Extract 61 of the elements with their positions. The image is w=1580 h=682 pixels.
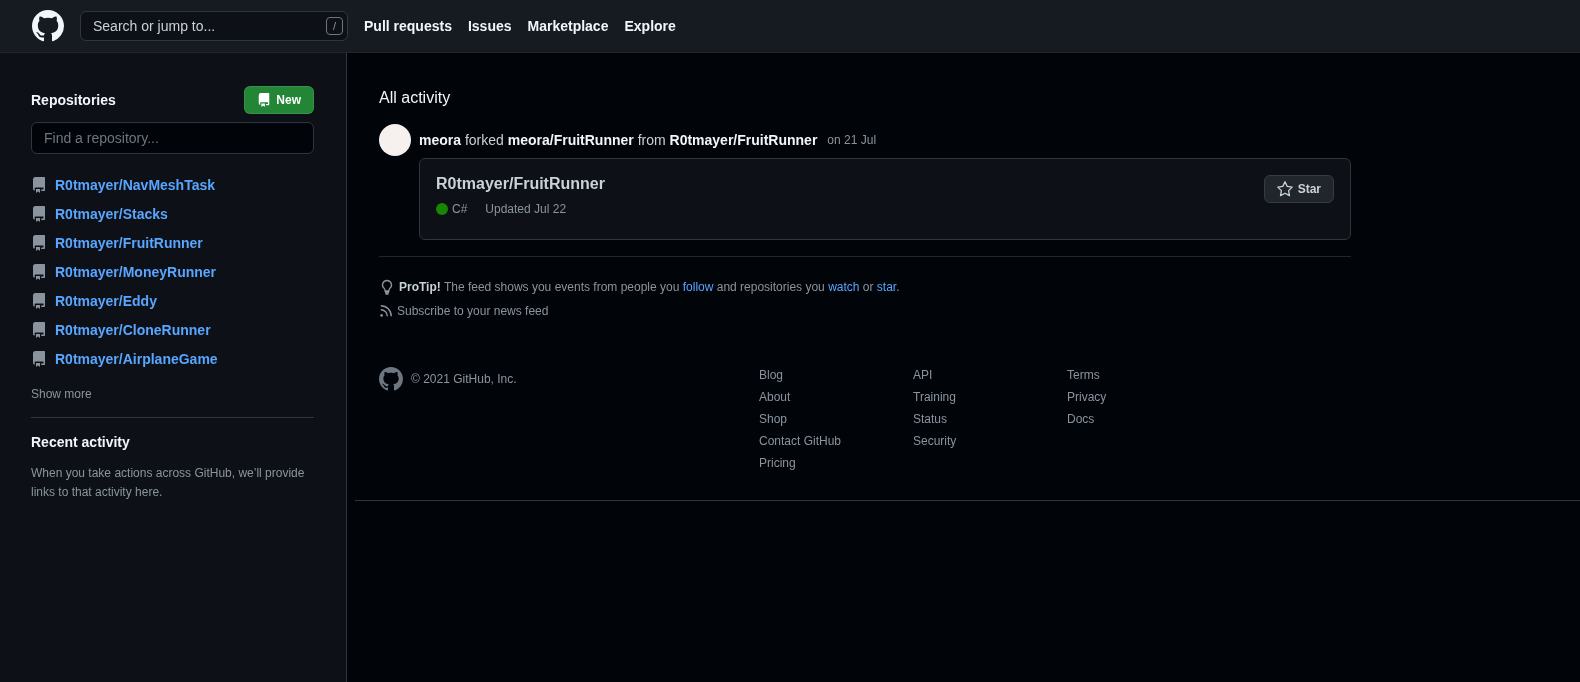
footer-link[interactable]: Privacy [1067,389,1221,405]
github-logo-icon [32,10,64,42]
link-link[interactable]: follow [682,280,714,294]
footer-link[interactable]: Contact GitHub [759,433,913,449]
footer-link[interactable]: Pricing [759,455,913,471]
repository-search-field[interactable]: Find a repository... [31,122,314,154]
link-link[interactable]: meora [419,132,462,148]
footer-link[interactable]: Docs [1067,411,1221,427]
link-link[interactable]: R0tmayer/FruitRunner [669,132,818,148]
footer-link[interactable]: Blog [759,367,913,383]
repo-icon [31,292,47,309]
updated-text: Updated Jul 22 [485,202,567,216]
nav-link[interactable]: Pull requests [364,18,452,34]
footer-link[interactable]: API [913,367,1067,383]
repository-link[interactable]: R0tmayer/MoneyRunner [55,263,217,280]
nav-link[interactable]: Marketplace [527,18,609,34]
rss-icon [379,304,393,318]
recent-activity-text: When you take actions across GitHub, we’ll provide links to that activity here. [31,465,306,501]
repo-icon [31,234,47,251]
shortcut-key: / [325,17,343,35]
repository-link[interactable]: R0tmayer/AirplaneGame [55,350,218,367]
footer-link[interactable]: Training [913,389,1067,405]
timestamp: on 21 Jul [827,133,877,147]
repository-link[interactable]: R0tmayer/NavMeshTask [55,176,216,193]
repo-icon [257,93,272,107]
repo-icon [31,176,47,193]
show-more-link[interactable]: Show more [31,387,92,401]
language-label: C# [452,202,468,216]
repository-link[interactable]: R0tmayer/FruitRunner [55,234,203,251]
new-repository-button[interactable]: New [244,86,314,114]
copyright-text: © 2021 GitHub, Inc. [411,372,517,386]
repo-icon [31,205,47,222]
repo-icon [31,263,47,280]
section-title: Repositories [31,92,116,108]
star-button[interactable]: Star [1263,175,1334,203]
search-field[interactable]: Search or jump to... / [80,11,348,41]
repository-link[interactable]: R0tmayer/CloneRunner [55,321,211,338]
repo-icon [31,350,47,367]
repository-link[interactable]: R0tmayer/Stacks [55,205,168,222]
footer-link[interactable]: Status [913,411,1067,427]
repository-link[interactable]: R0tmayer/FruitRunner [436,175,605,192]
link-link[interactable]: watch [828,280,860,294]
footer-link[interactable]: Security [913,433,1067,449]
footer-link[interactable]: Terms [1067,367,1221,383]
activity-text: meora forked meora/FruitRunner from R0tmayer/FruitRunner [419,132,818,148]
section-title: Recent activity [31,434,131,450]
github-logo-icon [379,367,403,391]
lightbulb-icon [379,279,395,295]
footer-link[interactable]: About [759,389,913,405]
star-icon [1276,181,1293,197]
link-link[interactable]: star [876,280,897,294]
footer-link[interactable]: Shop [759,411,913,427]
protip-text: ProTip! The feed shows you events from people you follow and repositories you watch or star. [399,280,900,294]
repository-link[interactable]: R0tmayer/Eddy [55,292,157,309]
nav-link[interactable]: Explore [624,18,676,34]
repo-icon [31,321,47,338]
link-link[interactable]: meora/FruitRunner [507,132,634,148]
feed-title: All activity [379,89,452,107]
nav-link[interactable]: Issues [467,18,512,34]
subscribe-link[interactable]: Subscribe to your news feed [397,304,549,318]
avatar [379,124,411,156]
